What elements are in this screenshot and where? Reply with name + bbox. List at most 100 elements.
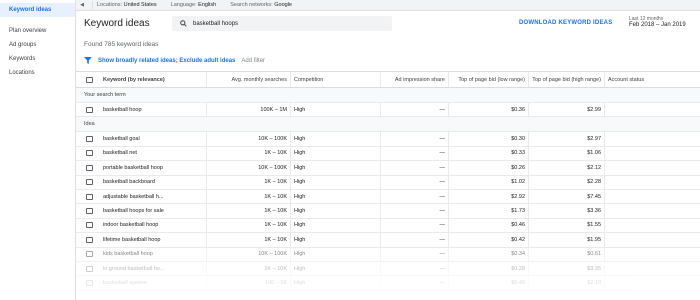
impression-share-cell: —: [380, 233, 448, 247]
sidebar-item-plan-overview[interactable]: Plan overview: [0, 24, 75, 38]
column-header-keyword[interactable]: Keyword (by relevance): [100, 72, 206, 87]
impression-share-cell: —: [380, 175, 448, 189]
avg-searches-cell: 10K – 100K: [206, 161, 290, 175]
bid-low-cell: $0.45: [448, 276, 528, 290]
row-checkbox[interactable]: [86, 106, 93, 113]
avg-searches-cell: 100K – 1M: [206, 103, 290, 117]
competition-cell: High: [290, 233, 380, 247]
column-header-bid-high[interactable]: Top of page bid (high range): [528, 72, 604, 87]
bid-low-cell: $1.73: [448, 204, 528, 218]
competition-cell: High: [290, 103, 380, 117]
search-icon: [180, 20, 187, 27]
competition-cell: High: [290, 189, 380, 204]
table-row: adjustable basketball h... 1K – 10K High — $…: [76, 189, 700, 205]
competition-cell: High: [290, 146, 380, 161]
avg-searches-cell: 10K – 100K: [206, 247, 290, 261]
table-row: portable basketball hoop 10K – 100K High — $…: [76, 161, 700, 176]
keyword-cell: lifetime basketball hoop: [103, 236, 161, 243]
impression-share-cell: —: [380, 261, 448, 276]
account-status-cell: [604, 204, 700, 218]
row-checkbox[interactable]: [86, 164, 93, 171]
account-status-cell: [604, 146, 700, 161]
bid-high-cell: $1.55: [528, 218, 604, 233]
impression-share-cell: —: [380, 161, 448, 175]
section-header-search-term: Your search term: [76, 88, 700, 103]
row-checkbox[interactable]: [86, 251, 93, 258]
download-keyword-ideas-button[interactable]: DOWNLOAD KEYWORD IDEAS: [519, 20, 612, 26]
sidebar-item-locations[interactable]: Locations: [0, 66, 75, 80]
avg-searches-cell: 1K – 10K: [206, 218, 290, 233]
bid-low-cell: $0.42: [448, 233, 528, 247]
avg-searches-cell: 1K – 10K: [206, 146, 290, 161]
row-checkbox[interactable]: [86, 193, 93, 200]
impression-share-cell: —: [380, 204, 448, 218]
row-checkbox[interactable]: [86, 222, 93, 229]
table-row: basketball hoops for sale 1K – 10K High — $1…: [76, 204, 700, 219]
collapse-sidebar-icon[interactable]: ◀: [76, 2, 88, 8]
column-header-impression-share[interactable]: Ad impression share: [380, 72, 448, 87]
bid-high-cell: $2.12: [528, 161, 604, 175]
row-checkbox[interactable]: [86, 136, 93, 143]
row-checkbox[interactable]: [86, 150, 93, 157]
account-status-cell: [604, 247, 700, 261]
sidebar-item-ad-groups[interactable]: Ad groups: [0, 38, 75, 52]
column-header-competition[interactable]: Competition: [290, 72, 380, 87]
account-status-cell: [604, 218, 700, 233]
sidebar-item-keyword-ideas[interactable]: Keyword ideas: [0, 3, 75, 17]
locations-setting[interactable]: Locations: United States: [97, 2, 157, 8]
filter-icon[interactable]: [84, 57, 92, 64]
page-title: Keyword ideas: [84, 18, 150, 29]
impression-share-cell: —: [380, 247, 448, 261]
add-filter-button[interactable]: Add filter: [241, 58, 265, 64]
keyword-search-input[interactable]: basketball hoops: [172, 16, 392, 31]
avg-searches-cell: 1K – 10K: [206, 189, 290, 204]
competition-cell: High: [290, 161, 380, 175]
sidebar-item-keywords[interactable]: Keywords: [0, 52, 75, 66]
row-checkbox[interactable]: [86, 236, 93, 243]
keyword-cell: basketball system: [103, 279, 147, 286]
keyword-cell: portable basketball hoop: [103, 164, 163, 171]
keyword-table: Keyword (by relevance) Avg. monthly sear…: [76, 71, 700, 291]
bid-high-cell: $2.97: [528, 132, 604, 146]
avg-searches-cell: 1K – 10K: [206, 204, 290, 218]
account-status-cell: [604, 103, 700, 117]
competition-cell: High: [290, 132, 380, 146]
row-checkbox[interactable]: [86, 279, 93, 286]
row-checkbox[interactable]: [86, 179, 93, 186]
table-row: basketball backboard 1K – 10K High — $1.02 $2…: [76, 175, 700, 190]
table-row: kids basketball hoop 10K – 100K High — $0.34…: [76, 247, 700, 262]
sidebar: Keyword ideas Plan overview Ad groups Ke…: [0, 0, 76, 300]
keyword-cell: basketball hoops for sale: [103, 208, 164, 215]
bid-low-cell: $2.92: [448, 189, 528, 204]
keyword-cell: basketball backboard: [103, 179, 155, 186]
bid-low-cell: $0.36: [448, 103, 528, 117]
page-header: Keyword ideas basketball hoops DOWNLOAD …: [76, 11, 700, 36]
select-all-checkbox[interactable]: [86, 76, 93, 83]
column-header-bid-low[interactable]: Top of page bid (low range): [448, 72, 528, 87]
row-checkbox[interactable]: [86, 208, 93, 215]
table-row: in ground basketball ho... 1K – 10K High — $…: [76, 261, 700, 277]
bid-low-cell: $0.30: [448, 132, 528, 146]
date-range-selector[interactable]: Last 12 months Feb 2018 – Jan 2019: [629, 16, 686, 28]
divider: [92, 1, 93, 9]
column-header-avg-searches[interactable]: Avg. monthly searches: [206, 72, 290, 87]
language-setting[interactable]: Language: English: [171, 2, 217, 8]
keyword-cell: basketball goal: [103, 136, 140, 143]
idea-rows: basketball goal 10K – 100K High — $0.30 $2.97…: [76, 132, 700, 291]
results-count: Found 785 keyword ideas: [84, 41, 159, 48]
keyword-cell: indoor basketball hoop: [103, 222, 159, 229]
broad-ideas-filter[interactable]: Show broadly related ideas; Exclude adul…: [98, 58, 235, 64]
avg-searches-cell: 1K – 10K: [206, 175, 290, 189]
column-header-account-status[interactable]: Account status: [604, 72, 700, 87]
networks-setting[interactable]: Search networks: Google: [230, 2, 292, 8]
account-status-cell: [604, 276, 700, 290]
table-header-row: Keyword (by relevance) Avg. monthly sear…: [76, 71, 700, 88]
table-row: basketball hoop 100K – 1M High — $0.36 $…: [76, 103, 700, 118]
row-checkbox[interactable]: [86, 265, 93, 272]
impression-share-cell: —: [380, 218, 448, 233]
competition-cell: High: [290, 276, 380, 290]
avg-searches-cell: 100 – 1K: [206, 276, 290, 290]
competition-cell: High: [290, 218, 380, 233]
bid-high-cell: $2.99: [528, 103, 604, 117]
table-row: basketball system 100 – 1K High — $0.45 $2.10: [76, 276, 700, 291]
